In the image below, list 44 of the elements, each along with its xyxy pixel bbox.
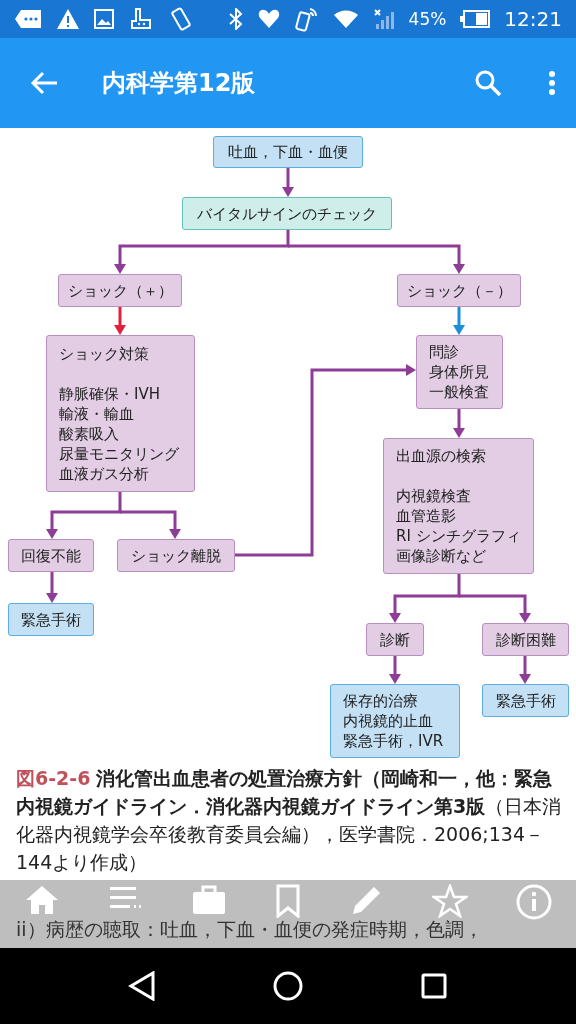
flowchart-node: ショック離脱 (117, 539, 235, 572)
app-title: 内科学第12版 (102, 68, 257, 99)
connector-arrow (282, 168, 294, 197)
connector-arrow (389, 656, 401, 684)
bookmark-icon[interactable] (275, 884, 301, 918)
flowchart-node: バイタルサインのチェック (182, 197, 392, 230)
flowchart-node: 診断困難 (482, 623, 569, 656)
clock: 12:21 (504, 7, 562, 31)
more-options-icon[interactable] (548, 70, 556, 96)
body-text: ii）病歴の聴取：吐血，下血・血便の発症時期，色調， (16, 918, 483, 940)
bluetooth-icon (228, 8, 243, 30)
flowchart-node: 緊急手術 (482, 684, 569, 717)
flowchart-node: ショック対策 静脈確保・IVH 輸液・輸血 酸素吸入 尿量モニタリング 血液ガス分析 (46, 335, 195, 492)
connector-arrow (114, 307, 126, 335)
connector-arrow (453, 409, 465, 438)
wifi-icon (332, 9, 359, 29)
flowchart-node: 保存的治療 内視鏡的止血 緊急手術，IVR (330, 684, 460, 758)
home-button[interactable] (272, 970, 304, 1002)
connector-arrow (46, 572, 58, 603)
phone-icon (294, 6, 319, 32)
flowchart-node: 出血源の検索 内視鏡検査 血管造影 RI シンチグラフィ 画像診断など (383, 438, 534, 574)
connector-arrow (453, 307, 465, 335)
flowchart-node: 緊急手術 (8, 603, 94, 636)
message-icon (14, 9, 42, 29)
search-icon[interactable] (474, 69, 502, 97)
flowchart-node: ショック（＋） (58, 274, 182, 307)
signal-icon (372, 8, 395, 30)
flowchart-node: 診断 (366, 623, 424, 656)
connector-arrow (519, 656, 531, 684)
battery-percent: 45% (408, 9, 447, 29)
image-icon (94, 9, 114, 29)
back-icon[interactable] (128, 971, 156, 1001)
rotate-icon (168, 6, 194, 32)
flowchart-node: ショック（－） (397, 274, 521, 307)
warning-icon (56, 8, 80, 30)
flowchart-node: 回復不能 (8, 539, 94, 572)
figure-caption: 図6-2-6 消化管出血患者の処置治療方針（岡崎和一，他：緊急内視鏡ガイドライン．消化器内視鏡ガイドライン第3版（日本消化器内視鏡学会卒後教育委員会編），医学書院．2006;134－144より作成） (16, 766, 563, 875)
briefcase-icon[interactable] (190, 884, 227, 916)
star-icon[interactable] (431, 884, 468, 918)
flowchart-node: 吐血，下血・血便 (213, 136, 363, 168)
battery-icon (460, 10, 491, 28)
flowchart-node: 問診 身体所見 一般検査 (416, 335, 503, 409)
recent-apps-icon[interactable] (420, 972, 448, 1000)
info-icon[interactable] (515, 884, 552, 920)
